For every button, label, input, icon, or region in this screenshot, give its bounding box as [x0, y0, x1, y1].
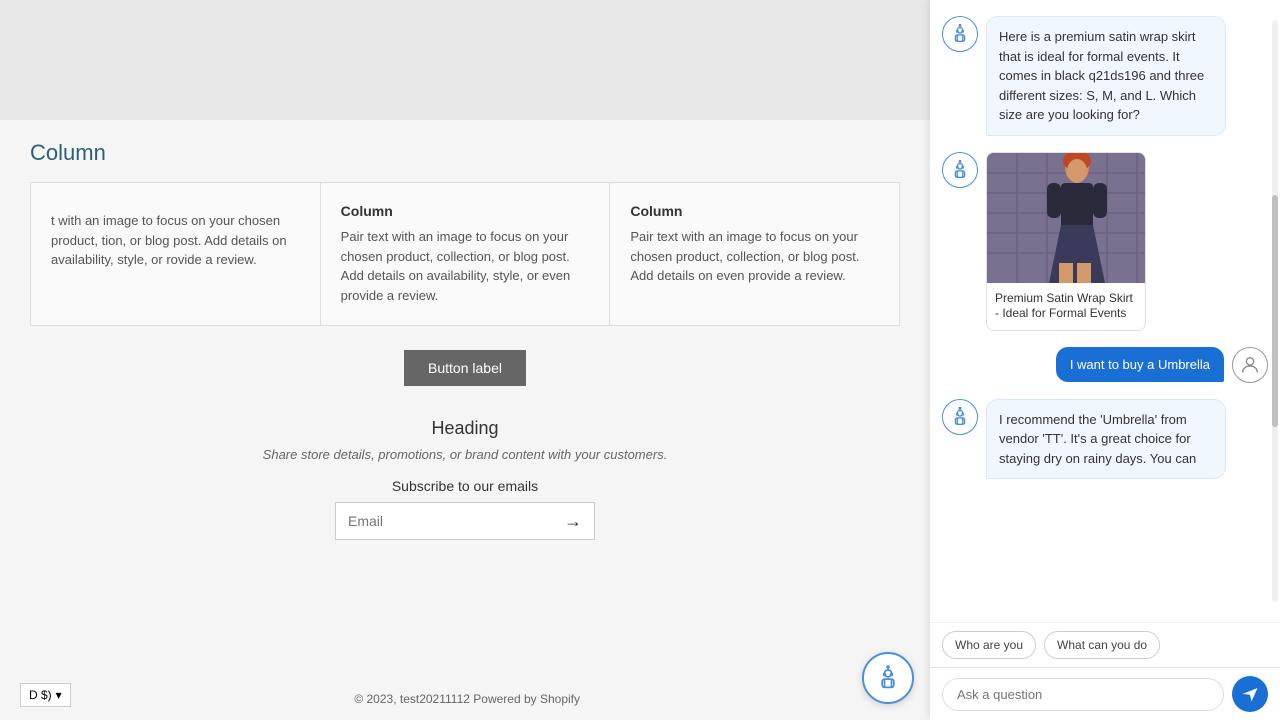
- email-submit-button[interactable]: →: [552, 503, 594, 539]
- page-background: Column t with an image to focus on your …: [0, 0, 930, 720]
- columns-row: t with an image to focus on your chosen …: [30, 182, 900, 326]
- message-2: Premium Satin Wrap Skirt - Ideal for For…: [942, 152, 1268, 331]
- chat-messages: Here is a premium satin wrap skirt that …: [930, 0, 1280, 622]
- chevron-down-icon: ▾: [56, 688, 62, 702]
- message-4: I recommend the 'Umbrella' from vendor '…: [942, 399, 1268, 480]
- floating-chat-button[interactable]: [862, 652, 914, 704]
- page-heading: Column: [30, 140, 900, 166]
- page-content: Column t with an image to focus on your …: [0, 120, 930, 584]
- chat-input[interactable]: [942, 678, 1224, 711]
- page-top-bar: [0, 0, 930, 120]
- bot-avatar-2: [942, 152, 978, 188]
- suggestion-who-are-you[interactable]: Who are you: [942, 631, 1036, 659]
- bot-avatar-1: [942, 16, 978, 52]
- floating-bot-icon: [874, 664, 902, 692]
- currency-label: D $): [29, 688, 52, 702]
- product-image-svg: [987, 153, 1146, 283]
- bot-bubble-4: I recommend the 'Umbrella' from vendor '…: [986, 399, 1226, 480]
- bot-message-4-text: I recommend the 'Umbrella' from vendor '…: [999, 412, 1196, 466]
- col-2-title: Column: [341, 203, 590, 219]
- col-1-text: t with an image to focus on your chosen …: [51, 211, 300, 270]
- chat-send-button[interactable]: [1232, 676, 1268, 712]
- user-message-text: I want to buy a Umbrella: [1070, 357, 1210, 372]
- product-card-title: Premium Satin Wrap Skirt - Ideal for For…: [987, 283, 1145, 330]
- message-3: I want to buy a Umbrella: [942, 347, 1268, 383]
- footer-copyright: © 2023, test20211112 Powered by Shopify: [354, 692, 580, 706]
- product-card: Premium Satin Wrap Skirt - Ideal for For…: [986, 152, 1146, 331]
- footer-bar: D $) ▾ © 2023, test20211112 Powered by S…: [0, 670, 930, 720]
- bot-message-1-text: Here is a premium satin wrap skirt that …: [999, 29, 1204, 122]
- product-image: [987, 153, 1146, 283]
- column-1: t with an image to focus on your chosen …: [31, 183, 321, 325]
- button-label-section: Button label: [30, 350, 900, 386]
- section-heading: Heading: [30, 418, 900, 439]
- send-icon: [1241, 685, 1259, 703]
- col-3-title: Column: [630, 203, 879, 219]
- user-bubble: I want to buy a Umbrella: [1056, 347, 1224, 382]
- bot-bubble-1: Here is a premium satin wrap skirt that …: [986, 16, 1226, 136]
- email-section-label: Subscribe to our emails: [30, 478, 900, 494]
- section-sub: Share store details, promotions, or bran…: [30, 447, 900, 462]
- currency-selector[interactable]: D $) ▾: [20, 683, 71, 707]
- button-label[interactable]: Button label: [404, 350, 526, 386]
- email-section: Subscribe to our emails →: [30, 478, 900, 540]
- scrollbar-track[interactable]: [1272, 20, 1278, 602]
- email-input[interactable]: [336, 503, 552, 539]
- heading-section: Heading Share store details, promotions,…: [30, 418, 900, 462]
- chat-panel: Here is a premium satin wrap skirt that …: [930, 0, 1280, 720]
- message-1: Here is a premium satin wrap skirt that …: [942, 16, 1268, 136]
- col-2-text: Pair text with an image to focus on your…: [341, 227, 590, 305]
- scrollbar-thumb[interactable]: [1272, 195, 1278, 428]
- user-avatar: [1232, 347, 1268, 383]
- column-2: Column Pair text with an image to focus …: [321, 183, 611, 325]
- bot-avatar-3: [942, 399, 978, 435]
- email-input-row: →: [335, 502, 595, 540]
- chat-suggestions: Who are you What can you do: [930, 622, 1280, 667]
- suggestion-what-can-you-do[interactable]: What can you do: [1044, 631, 1160, 659]
- col-3-text: Pair text with an image to focus on your…: [630, 227, 879, 286]
- column-3: Column Pair text with an image to focus …: [610, 183, 899, 325]
- chat-input-row: [930, 667, 1280, 720]
